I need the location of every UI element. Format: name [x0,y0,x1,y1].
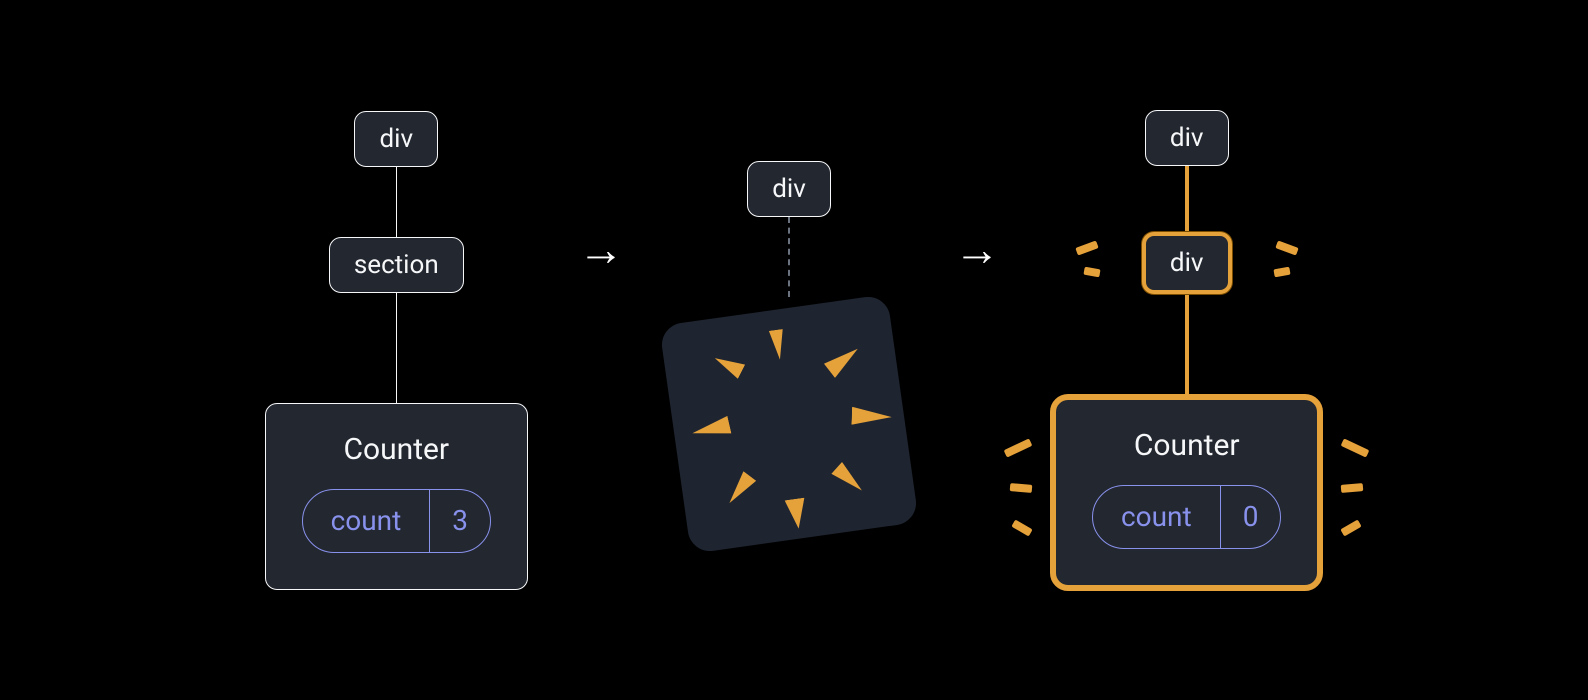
state-label: count [303,490,430,552]
arrow-icon: → [944,227,1010,273]
counter-title: Counter [1134,428,1240,463]
counter-component: Counter count 3 [265,403,528,590]
connector [396,167,398,237]
state-value: 0 [1220,486,1281,548]
node-root: div [1145,110,1229,166]
node-div-new-wrap: div [1142,232,1232,294]
node-section: section [329,237,464,293]
state-pill: count 3 [302,489,491,553]
connector [396,293,398,403]
arrow-icon: → [568,227,634,273]
connector-highlight [1185,166,1189,232]
tree-stage-after: div div Counter count 0 [1050,110,1323,591]
state-pill: count 0 [1092,485,1281,549]
connector-dashed [788,217,790,297]
tree-stage-before: div section Counter count 3 [265,111,528,590]
node-root: div [354,111,438,167]
node-root: div [747,161,831,217]
tree-stage-destroyed: div [674,161,904,539]
state-value: 3 [429,490,490,552]
counter-new-wrap: Counter count 0 [1050,394,1323,591]
node-div-new: div [1142,232,1232,294]
poof-icon [659,294,919,554]
state-label: count [1093,486,1220,548]
counter-title: Counter [343,432,449,467]
counter-component-new: Counter count 0 [1050,394,1323,591]
connector-highlight [1185,294,1189,394]
